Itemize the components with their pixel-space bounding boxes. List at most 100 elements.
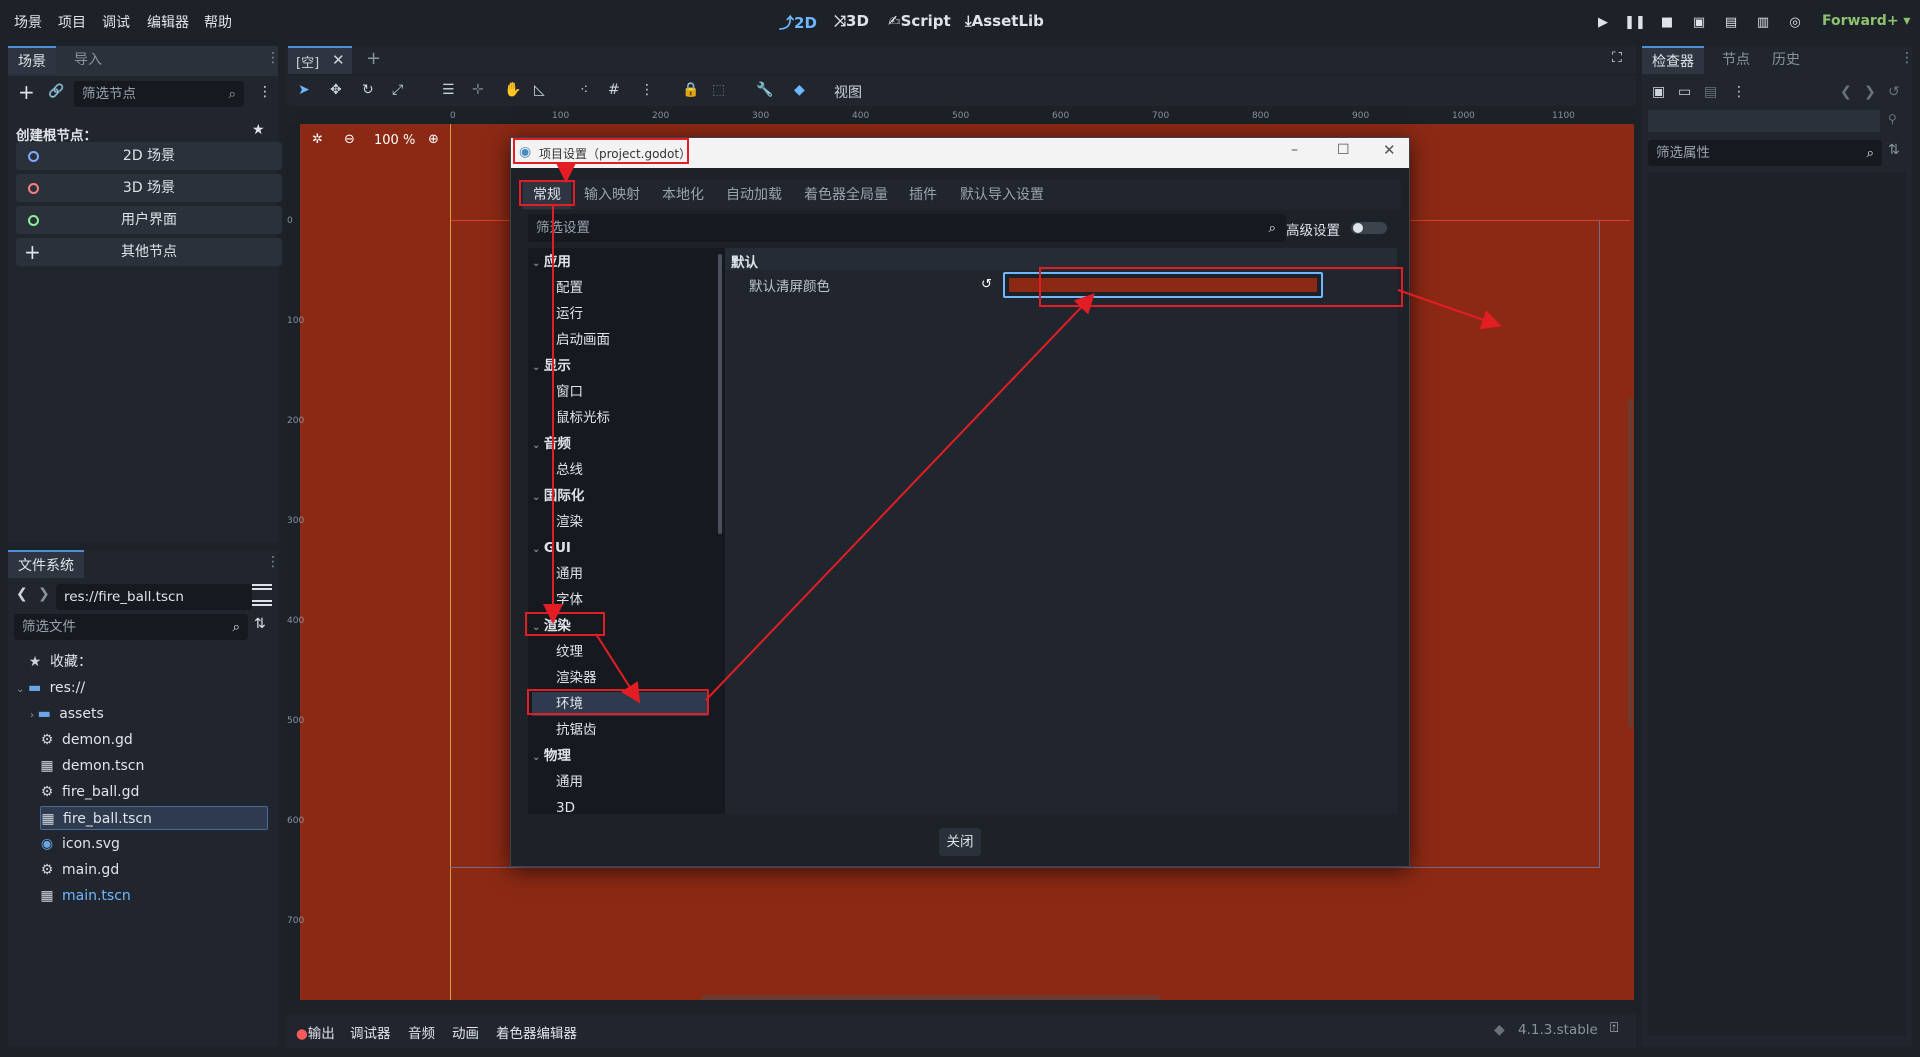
dock-menu-icon[interactable]: ⋮ bbox=[266, 50, 280, 66]
bone-icon[interactable]: 🔧 bbox=[756, 82, 773, 98]
tab-input-map[interactable]: 输入映射 bbox=[584, 181, 640, 209]
scale-tool-icon[interactable]: ⤢ bbox=[392, 82, 403, 98]
tab-inspector[interactable]: 检查器 bbox=[1642, 46, 1704, 74]
group-icon[interactable]: ⬚ bbox=[712, 82, 725, 98]
res-root-item[interactable]: ⌄ ▬ res:// bbox=[16, 676, 85, 700]
assets-folder-item[interactable]: › ▬ assets bbox=[30, 702, 104, 726]
root-2d-scene-button[interactable]: 2D 场景 bbox=[16, 142, 282, 170]
file-item-demon-tscn[interactable]: ▦ demon.tscn bbox=[40, 754, 144, 778]
tab-history[interactable]: 历史 bbox=[1762, 46, 1810, 74]
dock-menu-icon[interactable]: ⋮ bbox=[1900, 50, 1914, 66]
root-ui-button[interactable]: 用户界面 bbox=[16, 206, 282, 234]
center-view-icon[interactable]: ✲ bbox=[312, 132, 323, 147]
history-icon[interactable]: ↺ bbox=[1888, 84, 1900, 100]
mode-3d-button[interactable]: ⤨3D bbox=[834, 12, 869, 30]
v-scrollbar[interactable] bbox=[1628, 398, 1633, 728]
lock-icon[interactable]: 🔒 bbox=[682, 82, 699, 98]
menu-editor[interactable]: 编辑器 bbox=[147, 12, 189, 32]
tree-section-display[interactable]: ⌄ 显示 bbox=[532, 354, 571, 378]
doc-icon[interactable]: ⚲ bbox=[1888, 112, 1897, 126]
tree-scrollbar[interactable] bbox=[718, 254, 722, 534]
root-other-node-button[interactable]: + 其他节点 bbox=[16, 238, 282, 266]
advanced-settings-toggle[interactable] bbox=[1351, 222, 1387, 234]
zoom-in-icon[interactable]: ⊕ bbox=[428, 132, 439, 147]
tree-item-run[interactable]: 运行 bbox=[556, 302, 583, 326]
object-selector[interactable] bbox=[1648, 110, 1880, 132]
scene-menu-icon[interactable]: ⋮ bbox=[258, 84, 272, 100]
tree-item-common[interactable]: 通用 bbox=[556, 562, 583, 586]
tree-section-internationalization[interactable]: ⌄ 国际化 bbox=[532, 484, 584, 508]
pause-icon[interactable]: ❚❚ bbox=[1624, 12, 1646, 34]
history-back-icon[interactable]: ❮ bbox=[1840, 84, 1852, 100]
tree-item-anti-aliasing[interactable]: 抗锯齿 bbox=[556, 718, 597, 742]
tab-audio[interactable]: 音频 bbox=[408, 1022, 435, 1042]
list-nodes-icon[interactable]: ☰ bbox=[442, 82, 455, 98]
tab-animation[interactable]: 动画 bbox=[452, 1022, 479, 1042]
link-icon[interactable]: 🔗 bbox=[48, 84, 64, 99]
tab-autoload[interactable]: 自动加载 bbox=[726, 181, 782, 209]
close-icon[interactable]: ✕ bbox=[332, 51, 345, 69]
path-field[interactable]: res://fire_ball.tscn bbox=[56, 584, 252, 610]
tab-shader-editor[interactable]: 着色器编辑器 bbox=[496, 1022, 577, 1042]
tab-scene[interactable]: 场景 bbox=[8, 46, 56, 74]
menu-project[interactable]: 项目 bbox=[58, 12, 86, 32]
tree-item-environment[interactable]: 环境 bbox=[532, 692, 708, 716]
mode-script-button[interactable]: ✍Script bbox=[888, 12, 951, 30]
tree-item-renderer[interactable]: 渲染器 bbox=[556, 666, 597, 690]
view-menu-button[interactable]: 视图 bbox=[834, 82, 862, 102]
split-mode-icon[interactable] bbox=[252, 584, 272, 606]
remote-debug-icon[interactable]: ▣ bbox=[1688, 12, 1710, 34]
history-forward-icon[interactable]: ❯ bbox=[1864, 84, 1876, 100]
clear-color-picker[interactable] bbox=[1003, 272, 1323, 298]
filter-options-icon[interactable]: ⇅ bbox=[1888, 142, 1900, 158]
tree-item-physics-common[interactable]: 通用 bbox=[556, 770, 583, 794]
file-filter-input[interactable]: 筛选文件 ⌕ bbox=[14, 614, 248, 640]
tree-item-boot-splash[interactable]: 启动画面 bbox=[556, 328, 610, 352]
pan-tool-icon[interactable]: ✋ bbox=[504, 82, 521, 98]
favorites-item[interactable]: ★ 收藏： bbox=[28, 650, 92, 674]
scene-tab-empty[interactable]: [空] ✕ bbox=[288, 46, 352, 74]
stop-icon[interactable]: ■ bbox=[1656, 12, 1678, 34]
menu-help[interactable]: 帮助 bbox=[204, 12, 232, 32]
tree-section-physics[interactable]: ⌄ 物理 bbox=[532, 744, 571, 768]
file-item-main-gd[interactable]: ⚙ main.gd bbox=[40, 858, 119, 882]
tree-item-mouse-cursor[interactable]: 鼠标光标 bbox=[556, 406, 610, 430]
save-icon[interactable]: ▤ bbox=[1704, 84, 1717, 100]
pivot-tool-icon[interactable]: ✛ bbox=[472, 82, 484, 98]
select-tool-icon[interactable]: ➤ bbox=[298, 82, 310, 98]
forward-icon[interactable]: ❯ bbox=[38, 586, 50, 602]
file-item-fire-ball-tscn[interactable]: ▦ fire_ball.tscn bbox=[40, 806, 268, 830]
tab-import[interactable]: 导入 bbox=[64, 46, 112, 74]
play-scene-icon[interactable]: ▤ bbox=[1720, 12, 1742, 34]
new-resource-icon[interactable]: ▣ bbox=[1652, 84, 1665, 100]
file-item-icon-svg[interactable]: ◉ icon.svg bbox=[40, 832, 120, 856]
revert-icon[interactable]: ↺ bbox=[981, 277, 992, 292]
tab-output[interactable]: ●输出 bbox=[296, 1022, 335, 1042]
tree-item-buses[interactable]: 总线 bbox=[556, 458, 583, 482]
h-scrollbar[interactable] bbox=[701, 995, 1161, 1000]
tab-debugger[interactable]: 调试器 bbox=[350, 1022, 391, 1042]
movie-maker-icon[interactable]: ◎ bbox=[1784, 12, 1806, 34]
favorite-star-icon[interactable]: ★ bbox=[252, 122, 265, 138]
file-item-fire-ball-gd[interactable]: ⚙ fire_ball.gd bbox=[40, 780, 140, 804]
tab-import-defaults[interactable]: 默认导入设置 bbox=[960, 181, 1044, 209]
sort-icon[interactable]: ⇅ bbox=[254, 616, 266, 632]
grid-snap-icon[interactable]: # bbox=[608, 82, 620, 98]
tree-item-config[interactable]: 配置 bbox=[556, 276, 583, 300]
close-button[interactable]: 关闭 bbox=[939, 828, 981, 856]
play-custom-scene-icon[interactable]: ▥ bbox=[1752, 12, 1774, 34]
zoom-out-icon[interactable]: ⊖ bbox=[344, 132, 355, 147]
rotate-tool-icon[interactable]: ↻ bbox=[362, 82, 374, 98]
tree-item-rendering-i18n[interactable]: 渲染 bbox=[556, 510, 583, 534]
open-folder-icon[interactable]: ▭ bbox=[1678, 84, 1691, 100]
zoom-level[interactable]: 100 % bbox=[374, 133, 415, 148]
add-node-icon[interactable]: + bbox=[18, 80, 35, 104]
move-tool-icon[interactable]: ✥ bbox=[330, 82, 342, 98]
expand-panel-icon[interactable]: ⍐ bbox=[1610, 1020, 1618, 1036]
tab-filesystem[interactable]: 文件系统 bbox=[8, 550, 84, 578]
play-icon[interactable]: ▶ bbox=[1592, 12, 1614, 34]
minimize-icon[interactable]: – bbox=[1291, 142, 1298, 158]
back-icon[interactable]: ❮ bbox=[16, 586, 28, 602]
property-filter-input[interactable]: 筛选属性 ⌕ bbox=[1648, 140, 1882, 166]
menu-debug[interactable]: 调试 bbox=[102, 12, 130, 32]
